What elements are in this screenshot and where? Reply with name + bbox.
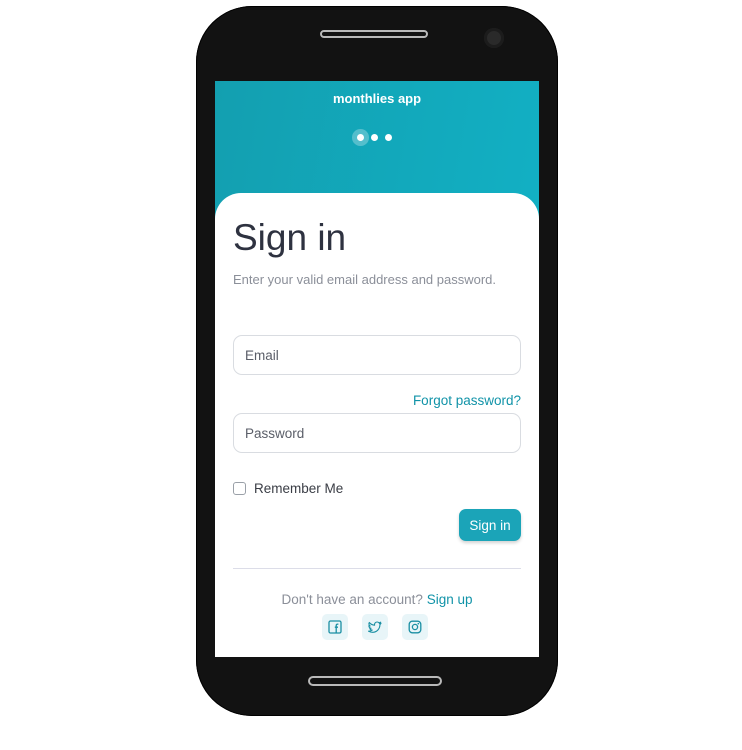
carousel-dot-3[interactable] — [385, 133, 392, 141]
facebook-icon — [328, 620, 342, 634]
front-camera — [484, 28, 504, 48]
carousel-dot-2[interactable] — [371, 133, 378, 141]
remember-me-label: Remember Me — [254, 481, 344, 496]
carousel-dots — [357, 131, 392, 143]
twitter-button[interactable] — [362, 614, 388, 640]
email-field[interactable] — [233, 335, 521, 375]
instagram-button[interactable] — [402, 614, 428, 640]
social-login-row — [322, 614, 428, 640]
page-subtitle: Enter your valid email address and passw… — [233, 272, 497, 287]
divider — [233, 568, 521, 569]
signup-prompt-text: Don't have an account? — [281, 592, 423, 607]
top-speaker — [320, 30, 428, 38]
signin-button[interactable]: Sign in — [459, 509, 521, 541]
carousel-dot-1[interactable] — [357, 133, 364, 141]
page-title: Sign in — [233, 217, 347, 258]
signup-prompt: Don't have an account? Sign up — [215, 592, 539, 607]
hero-app-name: monthlies app — [332, 91, 422, 106]
remember-me-checkbox[interactable] — [233, 482, 246, 495]
password-field[interactable] — [233, 413, 521, 453]
twitter-icon — [368, 621, 382, 633]
remember-me-option[interactable]: Remember Me — [233, 481, 343, 496]
bottom-speaker — [308, 676, 442, 686]
phone-screen: monthlies app Sign in Enter your valid e… — [215, 81, 539, 657]
forgot-password-link[interactable]: Forgot password? — [413, 393, 521, 408]
instagram-icon — [408, 620, 422, 634]
facebook-button[interactable] — [322, 614, 348, 640]
signup-link[interactable]: Sign up — [427, 592, 473, 607]
